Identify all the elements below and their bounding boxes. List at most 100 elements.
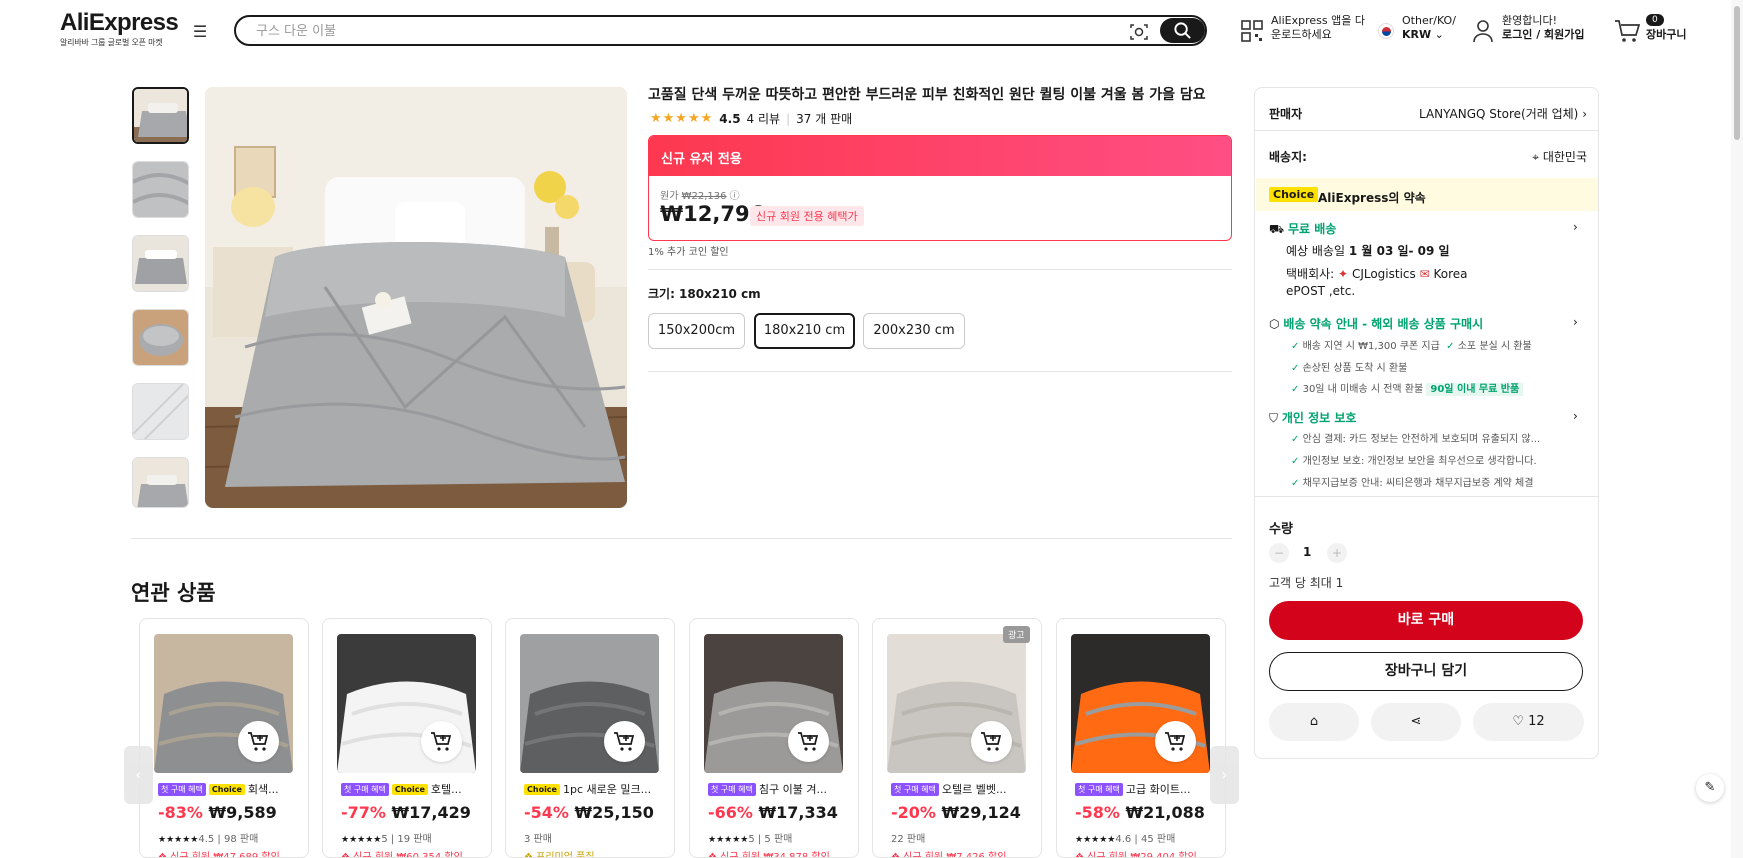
related-product-name[interactable]: 첫 구매 혜택 고급 화이트...	[1075, 781, 1217, 797]
chevron-right-icon: ›	[1221, 765, 1228, 784]
cart-icon[interactable]	[1614, 19, 1640, 43]
related-product-card[interactable]: Choice 1pc 새로운 밀크... -54% ₩25,150 3 판매 ❖ …	[505, 618, 675, 858]
region-currency-selector[interactable]: Other/KO/ KRW ⌄	[1402, 14, 1456, 42]
image-search-icon[interactable]	[1129, 22, 1149, 42]
product-title: 고품질 단색 두꺼운 따뜻하고 편안한 부드러운 피부 친화적인 원단 퀼팅 이…	[648, 87, 1206, 103]
first-purchase-badge: 첫 구매 혜택	[158, 782, 206, 796]
star-rating-icon: ★★★★★	[158, 835, 199, 845]
purchase-side-panel: 판매자 LANYANGQ Store(거래 업체) › 배송지: ⌖ 대한민국 …	[1254, 87, 1599, 759]
cart-plus-icon	[981, 732, 1002, 751]
related-product-name[interactable]: 첫 구매 혜택 침구 이불 겨...	[708, 781, 850, 797]
main-product-image[interactable]	[205, 87, 627, 508]
size-option-200x230[interactable]: 200x230 cm	[863, 313, 965, 349]
carousel-next-button[interactable]: ›	[1210, 746, 1239, 804]
add-to-cart-icon-button[interactable]	[971, 721, 1012, 762]
thumbnail-5[interactable]	[132, 383, 189, 440]
add-to-cart-icon-button[interactable]	[421, 721, 462, 762]
product-name-text: 회색...	[247, 783, 279, 796]
top-header: AliExpress 알리바바 그룹 글로벌 오픈 마켓 ☰ AliExpres…	[0, 0, 1743, 62]
app-download-line2: 운로드하세요	[1271, 28, 1332, 41]
related-product-card[interactable]: 첫 구매 혜택 Choice 회색... -83% ₩9,589 ★★★★★4.5 …	[139, 618, 309, 858]
thumbnail-4[interactable]	[132, 309, 189, 366]
store-button[interactable]: ⌂	[1269, 703, 1359, 741]
app-download-line1: AliExpress 앱을 다	[1271, 14, 1365, 27]
related-product-promo: ❖ 신규 회원 ₩60,354 할인	[341, 848, 463, 858]
delivery-promise-row[interactable]: ⬡ 배송 약속 안내 - 해외 배송 상품 구매시	[1269, 315, 1483, 332]
welcome-text: 환영합니다!	[1502, 14, 1558, 27]
currency-label: KRW	[1402, 28, 1432, 41]
qr-code-icon[interactable]	[1240, 19, 1264, 43]
divider	[1255, 496, 1598, 497]
estimated-delivery-label: 예상 배송일	[1286, 244, 1346, 258]
quantity-decrease-button[interactable]: −	[1269, 543, 1289, 563]
privacy-row[interactable]: ⛉ 개인 정보 보호	[1269, 409, 1356, 426]
check-icon: ✓	[1291, 434, 1300, 445]
thumbnail-1[interactable]	[132, 87, 189, 144]
page-scrollbar[interactable]	[1731, 0, 1743, 858]
cart-plus-icon	[431, 732, 452, 751]
free-shipping-label: 무료 배송	[1287, 222, 1337, 236]
size-option-180x210[interactable]: 180x210 cm	[754, 313, 855, 349]
related-product-card[interactable]: 첫 구매 혜택 고급 화이트... -58% ₩21,088 ★★★★★4.6 |…	[1056, 618, 1226, 858]
ship-to-label: 배송지:	[1269, 150, 1307, 164]
search-button[interactable]	[1160, 18, 1205, 43]
search-input[interactable]	[256, 22, 1106, 41]
thumbnail-3[interactable]	[132, 235, 189, 292]
user-icon[interactable]	[1472, 19, 1494, 43]
rating-value: 4.5	[719, 111, 741, 126]
add-to-cart-icon-button[interactable]	[788, 721, 829, 762]
review-count-link[interactable]: 4 리뷰	[747, 110, 781, 127]
related-product-card[interactable]: 첫 구매 혜택 Choice 호텔... -77% ₩17,429 ★★★★★5 |…	[322, 618, 492, 858]
promo-flame-icon: ❖	[341, 852, 350, 858]
size-option-150x200[interactable]: 150x200cm	[648, 313, 745, 349]
coin-discount-note: 1% 추가 코인 할인	[648, 247, 729, 258]
info-icon[interactable]: ⓘ	[730, 191, 740, 202]
buy-now-button[interactable]: 바로 구매	[1269, 601, 1583, 640]
thumbnail-2[interactable]	[132, 161, 189, 218]
add-to-cart-button[interactable]: 장바구니 담기	[1269, 652, 1583, 691]
menu-icon[interactable]: ☰	[188, 22, 212, 42]
rating-sold-text: 5 | 5 판매	[748, 834, 793, 845]
rating-sold-text: 4.6 | 45 판매	[1115, 834, 1176, 845]
new-member-price-tag: 신규 회원 전용 혜택가	[750, 206, 864, 226]
promise-text-4: 30일 내 미배송 시 전액 환불	[1302, 384, 1424, 395]
feedback-edit-button[interactable]: ✎	[1696, 774, 1724, 802]
divider	[648, 371, 1232, 372]
related-product-name[interactable]: Choice 1pc 새로운 밀크...	[524, 781, 666, 797]
related-product-meta: 22 판매	[891, 830, 925, 845]
share-button[interactable]: ⋖	[1371, 703, 1461, 741]
add-to-cart-icon-button[interactable]	[1155, 721, 1196, 762]
check-icon: ✓	[1291, 384, 1300, 395]
related-product-card[interactable]: 첫 구매 혜택 오텔르 벨벳... -20% ₩29,124 22 판매 ❖ 신규…	[872, 618, 1042, 858]
rating-sold-text: 22 판매	[891, 834, 926, 845]
chevron-right-icon[interactable]: ›	[1573, 409, 1578, 423]
related-product-promo: ❖ 프리미엄 품질	[524, 848, 595, 857]
scrollbar-thumb[interactable]	[1734, 6, 1740, 140]
related-product-card[interactable]: 첫 구매 혜택 침구 이불 겨... -66% ₩17,334 ★★★★★5 | …	[689, 618, 859, 858]
cart-label: 장바구니	[1646, 28, 1687, 41]
account-link[interactable]: 환영합니다! 로그인 / 회원가입	[1502, 14, 1585, 42]
related-product-name[interactable]: 첫 구매 혜택 Choice 회색...	[158, 781, 300, 797]
first-purchase-badge: 첫 구매 혜택	[708, 782, 756, 796]
quantity-value[interactable]: 1	[1303, 545, 1311, 559]
free-shipping-row[interactable]: ⛟ 무료 배송	[1269, 220, 1336, 238]
app-download-link[interactable]: AliExpress 앱을 다 운로드하세요	[1271, 14, 1365, 42]
privacy-item-3: ✓ 채무지급보증 안내: 씨티은행과 채무지급보증 계약 체결	[1291, 474, 1533, 489]
cart-plus-icon	[1165, 732, 1186, 751]
related-product-name[interactable]: 첫 구매 혜택 Choice 호텔...	[341, 781, 483, 797]
price-value: ₩25,150	[574, 803, 654, 822]
carousel-prev-button[interactable]: ‹	[124, 746, 153, 804]
related-product-name[interactable]: 첫 구매 혜택 오텔르 벨벳...	[891, 781, 1033, 797]
cart-link[interactable]: 장바구니	[1646, 28, 1686, 42]
add-to-cart-icon-button[interactable]	[604, 721, 645, 762]
promise-text-1: 배송 지연 시 ₩1,300 쿠폰 지급	[1302, 341, 1440, 352]
chevron-right-icon[interactable]: ›	[1573, 315, 1578, 329]
chevron-right-icon[interactable]: ›	[1573, 220, 1578, 234]
quantity-increase-button[interactable]: +	[1327, 543, 1347, 563]
aliexpress-logo[interactable]: AliExpress 알리바바 그룹 글로벌 오픈 마켓	[60, 11, 179, 48]
wishlist-button[interactable]: ♡ 12	[1473, 703, 1584, 741]
add-to-cart-icon-button[interactable]	[238, 721, 279, 762]
ship-to-selector[interactable]: ⌖ 대한민국	[1455, 148, 1587, 165]
thumbnail-6[interactable]	[132, 457, 189, 508]
seller-link[interactable]: LANYANGQ Store(거래 업체) ›	[1403, 105, 1587, 122]
